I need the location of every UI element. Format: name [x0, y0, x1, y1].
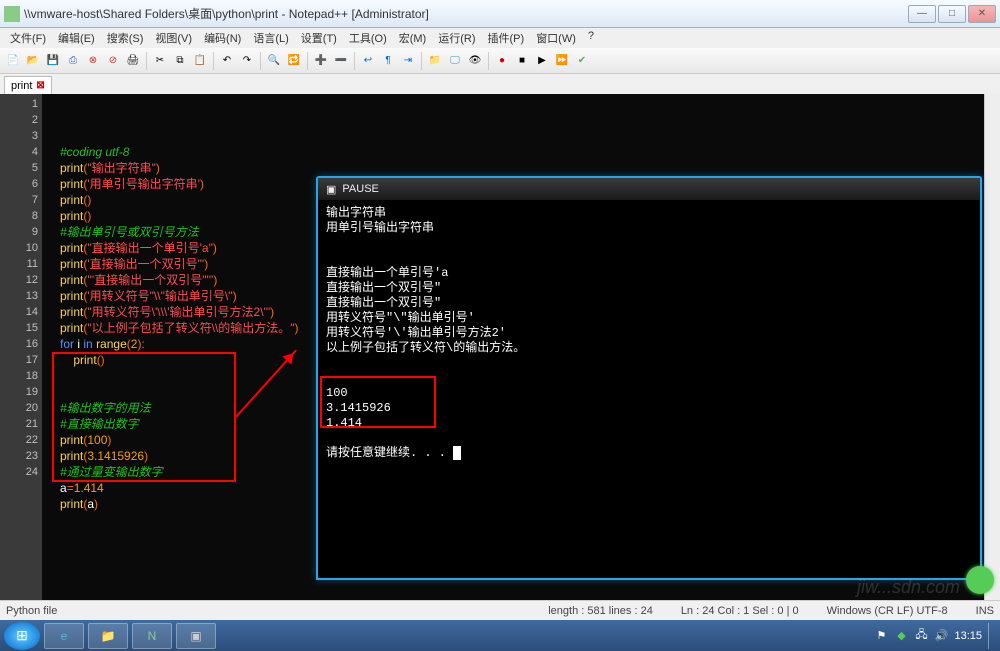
copy-icon[interactable]: ⧉	[171, 52, 189, 70]
paste-icon[interactable]: 📋	[191, 52, 209, 70]
fast-icon[interactable]: ⏩	[553, 52, 571, 70]
menu-item[interactable]: 运行(R)	[432, 28, 481, 48]
maximize-button[interactable]: □	[938, 5, 966, 23]
menu-item[interactable]: 视图(V)	[149, 28, 198, 48]
task-cmd-icon[interactable]: ▣	[176, 623, 216, 649]
tab-label: print	[11, 80, 32, 92]
app-icon	[4, 6, 20, 22]
menu-item[interactable]: 设置(T)	[295, 28, 343, 48]
show-all-icon[interactable]: ¶	[379, 52, 397, 70]
status-encoding: Windows (CR LF) UTF-8	[827, 605, 948, 617]
highlight-box-console	[320, 376, 436, 428]
status-length: length : 581 lines : 24	[548, 605, 653, 617]
console-titlebar: ▣ PAUSE	[318, 178, 980, 200]
watermark-text: jiw...sdn.com	[857, 577, 960, 598]
console-window[interactable]: ▣ PAUSE 输出字符串 用单引号输出字符串 直接输出一个单引号'a 直接输出…	[316, 176, 982, 580]
cut-icon[interactable]: ✂	[151, 52, 169, 70]
status-mode: INS	[976, 605, 994, 617]
monitor-icon[interactable]: 🖵	[446, 52, 464, 70]
window-title: \\vmware-host\Shared Folders\桌面\python\p…	[24, 5, 908, 22]
wrap-icon[interactable]: ↩	[359, 52, 377, 70]
fold-column	[42, 94, 56, 600]
new-icon[interactable]: 📄	[4, 52, 22, 70]
save-macro-icon[interactable]: ✔	[573, 52, 591, 70]
show-desktop-button[interactable]	[988, 623, 996, 649]
menu-item[interactable]: ?	[582, 28, 600, 48]
window-titlebar: \\vmware-host\Shared Folders\桌面\python\p…	[0, 0, 1000, 28]
zoom-in-icon[interactable]: ➕	[312, 52, 330, 70]
tab-close-icon[interactable]: ⊠	[36, 80, 44, 91]
tab-print[interactable]: print ⊠	[4, 76, 52, 94]
menu-item[interactable]: 文件(F)	[4, 28, 52, 48]
find-icon[interactable]: 🔍	[265, 52, 283, 70]
minimize-button[interactable]: —	[908, 5, 936, 23]
record-icon[interactable]: ●	[493, 52, 511, 70]
task-ie-icon[interactable]: e	[44, 623, 84, 649]
tray-clock[interactable]: 13:15	[954, 630, 982, 642]
replace-icon[interactable]: 🔁	[285, 52, 303, 70]
menu-item[interactable]: 语言(L)	[247, 28, 294, 48]
menu-item[interactable]: 工具(O)	[343, 28, 393, 48]
menu-item[interactable]: 搜索(S)	[101, 28, 150, 48]
editor-area: 123456789101112131415161718192021222324 …	[0, 94, 1000, 600]
zoom-out-icon[interactable]: ➖	[332, 52, 350, 70]
stop-icon[interactable]: ■	[513, 52, 531, 70]
play-icon[interactable]: ▶	[533, 52, 551, 70]
save-icon[interactable]: 💾	[44, 52, 62, 70]
open-icon[interactable]: 📂	[24, 52, 42, 70]
menu-item[interactable]: 编辑(E)	[52, 28, 101, 48]
undo-icon[interactable]: ↶	[218, 52, 236, 70]
close-all-icon[interactable]: ⊘	[104, 52, 122, 70]
close-button[interactable]: ✕	[968, 5, 996, 23]
status-bar: Python file length : 581 lines : 24 Ln :…	[0, 600, 1000, 620]
start-button[interactable]: ⊞	[4, 622, 40, 650]
menu-item[interactable]: 窗口(W)	[530, 28, 582, 48]
menu-item[interactable]: 编码(N)	[198, 28, 247, 48]
console-title: PAUSE	[342, 183, 378, 195]
floating-button[interactable]	[966, 566, 994, 594]
tray-network-icon[interactable]: 🖧	[914, 629, 928, 643]
menu-item[interactable]: 宏(M)	[393, 28, 433, 48]
system-tray[interactable]: ⚑ ◆ 🖧 🔊 13:15	[874, 623, 996, 649]
folder-icon[interactable]: 📁	[426, 52, 444, 70]
close-file-icon[interactable]: ⊗	[84, 52, 102, 70]
console-icon: ▣	[326, 183, 336, 196]
task-explorer-icon[interactable]: 📁	[88, 623, 128, 649]
menu-item[interactable]: 插件(P)	[482, 28, 531, 48]
eye-icon[interactable]: 👁	[466, 52, 484, 70]
toolbar: 📄 📂 💾 ⎙ ⊗ ⊘ 🖨 ✂ ⧉ 📋 ↶ ↷ 🔍 🔁 ➕ ➖ ↩ ¶ ⇥ 📁 …	[0, 48, 1000, 74]
status-filetype: Python file	[6, 605, 57, 617]
tray-flag-icon[interactable]: ⚑	[874, 629, 888, 643]
redo-icon[interactable]: ↷	[238, 52, 256, 70]
tab-strip: print ⊠	[0, 74, 1000, 94]
indent-icon[interactable]: ⇥	[399, 52, 417, 70]
task-npp-icon[interactable]: N	[132, 623, 172, 649]
menu-bar[interactable]: 文件(F)编辑(E)搜索(S)视图(V)编码(N)语言(L)设置(T)工具(O)…	[0, 28, 1000, 48]
save-all-icon[interactable]: ⎙	[64, 52, 82, 70]
print-icon[interactable]: 🖨	[124, 52, 142, 70]
tray-volume-icon[interactable]: 🔊	[934, 629, 948, 643]
tray-safe-icon[interactable]: ◆	[894, 629, 908, 643]
line-gutter: 123456789101112131415161718192021222324	[0, 94, 42, 600]
vertical-scrollbar[interactable]	[984, 94, 1000, 600]
status-position: Ln : 24 Col : 1 Sel : 0 | 0	[681, 605, 799, 617]
